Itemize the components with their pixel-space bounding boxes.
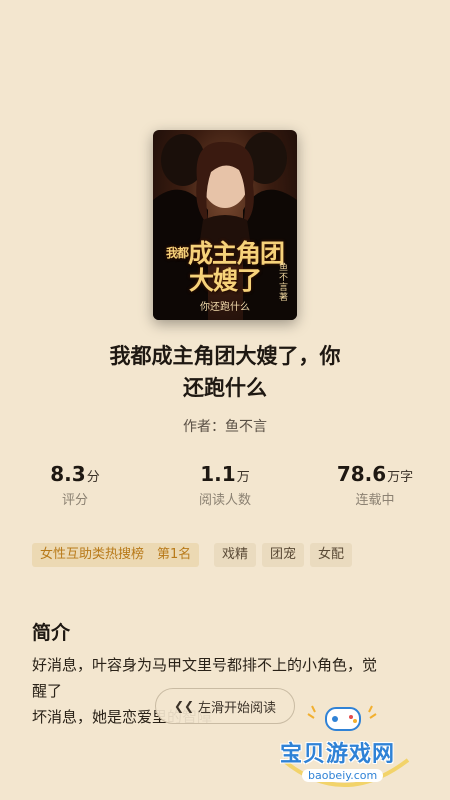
watermark: 宝贝游戏网 baobeiy.com bbox=[268, 700, 418, 795]
tag-ranking[interactable]: 女性互助类热搜榜 第1名 bbox=[32, 543, 200, 567]
tag-drama[interactable]: 戏精 bbox=[214, 543, 257, 567]
double-chevron-left-icon: ❮❮ bbox=[173, 699, 195, 713]
watermark-text: 宝贝游戏网 bbox=[280, 742, 396, 767]
intro-heading: 简介 bbox=[32, 622, 71, 644]
stat-rating: 8.3分 评分 bbox=[50, 462, 100, 508]
tag-group-pet[interactable]: 团宠 bbox=[262, 543, 305, 567]
tag-supporting-female[interactable]: 女配 bbox=[310, 543, 353, 567]
book-author: 作者：鱼不言 bbox=[183, 419, 267, 435]
book-title: 我都成主角团大嫂了，你 还跑什么 bbox=[109, 344, 341, 400]
stat-readers: 1.1万 阅读人数 bbox=[198, 462, 251, 508]
cover-subtitle: 你还跑什么 bbox=[200, 302, 250, 313]
book-cover[interactable]: 我都成主角团大嫂了 鱼不言著 你还跑什么 bbox=[153, 130, 297, 320]
stat-word-count: 78.6万字 连载中 bbox=[336, 462, 414, 508]
watermark-url: baobeiy.com bbox=[302, 769, 384, 782]
cover-title: 我都成主角团大嫂了 bbox=[165, 239, 285, 295]
cover-author: 鱼不言著 bbox=[279, 263, 289, 303]
stats-row: 8.3分 评分 1.1万 阅读人数 78.6万字 连载中 bbox=[0, 462, 450, 512]
